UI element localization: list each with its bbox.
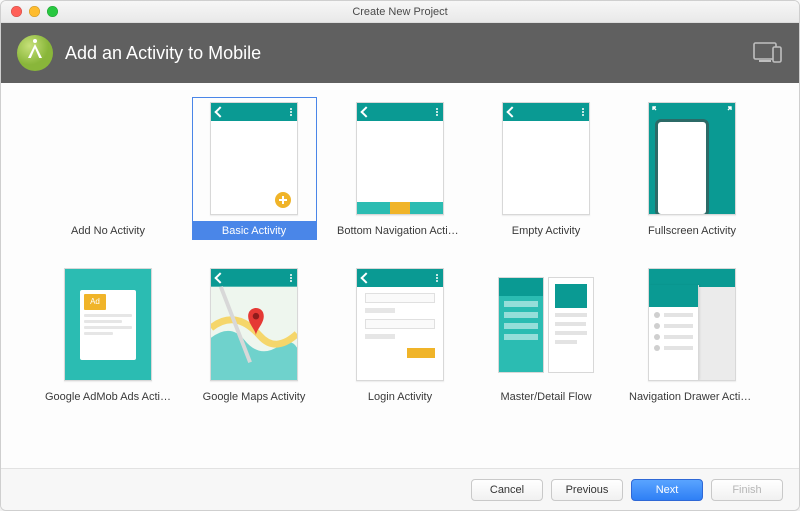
tile-basic-activity[interactable]: Basic Activity bbox=[189, 97, 319, 257]
ad-tag: Ad bbox=[84, 294, 106, 310]
login-thumbnail bbox=[356, 268, 444, 381]
nav-drawer-thumbnail bbox=[648, 268, 736, 381]
page-title: Add an Activity to Mobile bbox=[65, 43, 753, 64]
zoom-icon[interactable] bbox=[47, 6, 58, 17]
close-icon[interactable] bbox=[11, 6, 22, 17]
tile-master-detail-flow[interactable]: Master/Detail Flow bbox=[481, 263, 611, 423]
empty-activity-thumbnail bbox=[502, 102, 590, 215]
tile-login-activity[interactable]: Login Activity bbox=[335, 263, 465, 423]
device-icon bbox=[753, 40, 783, 66]
tile-label: Empty Activity bbox=[510, 222, 582, 240]
window-title: Create New Project bbox=[1, 6, 799, 18]
tile-label: Login Activity bbox=[366, 388, 434, 406]
dialog-window: Create New Project Add an Activity to Mo… bbox=[0, 0, 800, 511]
wizard-footer: Cancel Previous Next Finish bbox=[1, 468, 799, 510]
tile-label: Google Maps Activity bbox=[201, 388, 308, 406]
tile-google-maps-activity[interactable]: Google Maps Activity bbox=[189, 263, 319, 423]
tile-label: Add No Activity bbox=[69, 222, 147, 240]
tile-label: Google AdMob Ads Activity bbox=[43, 388, 173, 406]
wizard-header: Add an Activity to Mobile bbox=[1, 23, 799, 83]
tile-empty-activity[interactable]: Empty Activity bbox=[481, 97, 611, 257]
previous-button[interactable]: Previous bbox=[551, 479, 623, 501]
tile-google-admob-ads-activity[interactable]: Ad Google AdMob Ads Activity bbox=[43, 263, 173, 423]
window-controls bbox=[1, 6, 58, 17]
tile-label: Bottom Navigation Activity bbox=[335, 222, 465, 240]
minimize-icon[interactable] bbox=[29, 6, 40, 17]
activity-gallery: Add No Activity Basic Activity bbox=[1, 83, 799, 468]
fab-icon bbox=[275, 192, 291, 208]
tile-label: Navigation Drawer Activity bbox=[627, 388, 757, 406]
android-studio-logo-icon bbox=[17, 35, 53, 71]
cancel-button[interactable]: Cancel bbox=[471, 479, 543, 501]
tile-navigation-drawer-activity[interactable]: Navigation Drawer Activity bbox=[627, 263, 757, 423]
tile-label: Fullscreen Activity bbox=[646, 222, 738, 240]
basic-activity-thumbnail bbox=[210, 102, 298, 215]
tile-add-no-activity[interactable]: Add No Activity bbox=[43, 97, 173, 257]
next-button[interactable]: Next bbox=[631, 479, 703, 501]
titlebar: Create New Project bbox=[1, 1, 799, 23]
tile-bottom-navigation-activity[interactable]: Bottom Navigation Activity bbox=[335, 97, 465, 257]
finish-button: Finish bbox=[711, 479, 783, 501]
tile-label: Basic Activity bbox=[192, 222, 317, 240]
tile-label: Master/Detail Flow bbox=[498, 388, 593, 406]
tile-fullscreen-activity[interactable]: Fullscreen Activity bbox=[627, 97, 757, 257]
fullscreen-activity-thumbnail bbox=[648, 102, 736, 215]
bottom-navigation-thumbnail bbox=[356, 102, 444, 215]
master-detail-thumbnail bbox=[498, 277, 594, 373]
maps-thumbnail bbox=[210, 268, 298, 381]
admob-thumbnail: Ad bbox=[64, 268, 152, 381]
